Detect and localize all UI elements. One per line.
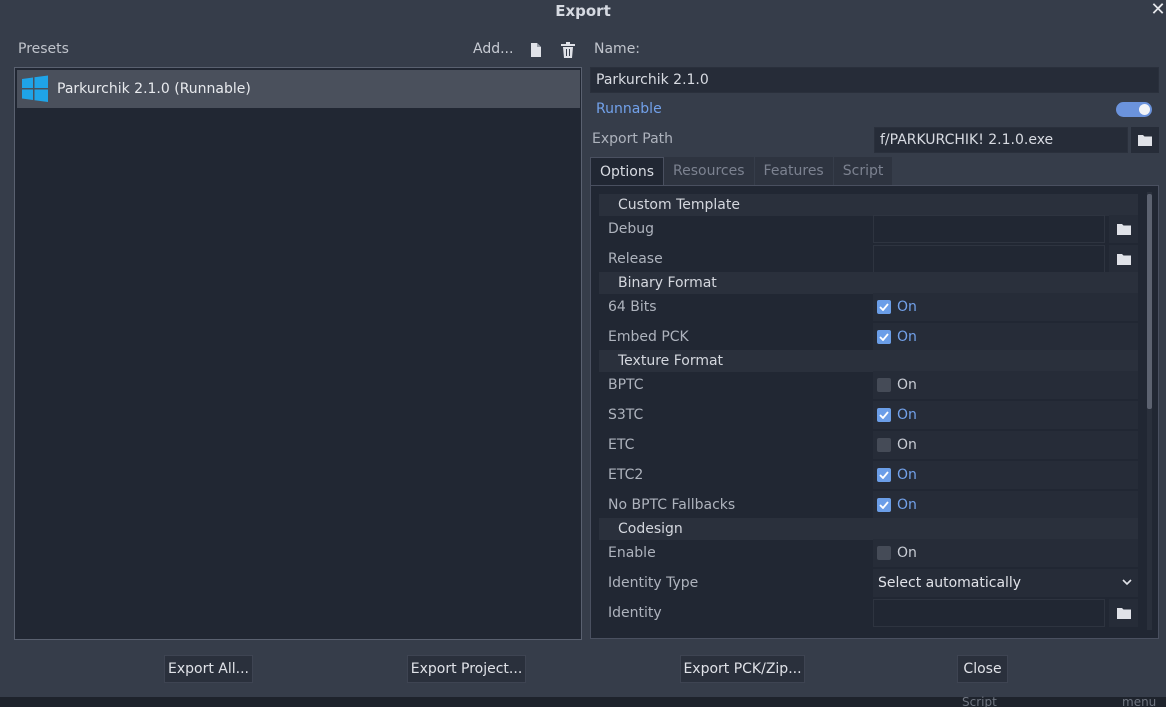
prop-label: 64 Bits — [608, 299, 657, 315]
identity-browse-button[interactable] — [1109, 599, 1138, 627]
checkbox-checked-icon — [877, 330, 891, 344]
runnable-toggle[interactable] — [1116, 102, 1152, 117]
checkbox-checked-icon — [877, 498, 891, 512]
debug-browse-button[interactable] — [1109, 215, 1138, 243]
prop-row-etc2: ETC2 On — [599, 461, 1138, 489]
prop-label: Enable — [608, 545, 656, 561]
checkbox-state-label: On — [897, 497, 917, 513]
prop-label: ETC2 — [608, 467, 644, 483]
debug-template-input[interactable] — [873, 215, 1105, 243]
name-label: Name: — [594, 41, 641, 57]
prop-row-embed-pck: Embed PCK On — [599, 323, 1138, 351]
checkbox-unchecked-icon — [877, 438, 891, 452]
tab-features[interactable]: Features — [754, 157, 834, 185]
prop-label: Identity — [608, 605, 662, 621]
background-menu-label: menu — [1122, 695, 1157, 707]
prop-row-etc: ETC On — [599, 431, 1138, 459]
prop-row-64-bits: 64 Bits On — [599, 293, 1138, 321]
close-button[interactable]: Close — [957, 655, 1008, 683]
windows-logo-icon — [22, 75, 48, 102]
folder-icon — [1116, 254, 1131, 265]
prop-row-debug: Debug — [599, 215, 1138, 243]
checkbox-embed-pck[interactable]: On — [873, 323, 1138, 351]
prop-row-identity-type: Identity Type Select automatically — [599, 569, 1138, 597]
tab-resources[interactable]: Resources — [664, 157, 755, 185]
export-project-button[interactable]: Export Project... — [407, 655, 526, 683]
checkbox-s3tc[interactable]: On — [873, 401, 1138, 429]
export-path-label: Export Path — [592, 131, 674, 147]
prop-row-bptc: BPTC On — [599, 371, 1138, 399]
prop-label: Embed PCK — [608, 329, 689, 345]
checkbox-state-label: On — [897, 329, 917, 345]
folder-icon — [1116, 224, 1131, 235]
release-browse-button[interactable] — [1109, 245, 1138, 273]
export-pck-zip-button[interactable]: Export PCK/Zip... — [680, 655, 805, 683]
presets-list[interactable]: Parkurchik 2.1.0 (Runnable) — [14, 67, 582, 640]
options-panel[interactable]: Custom Template Debug Release Binary For… — [590, 185, 1159, 639]
dialog-title: Export — [555, 2, 611, 20]
select-value: Select automatically — [878, 575, 1022, 591]
tab-options[interactable]: Options — [590, 157, 665, 185]
checkbox-codesign-enable[interactable]: On — [873, 539, 1138, 567]
checkbox-unchecked-icon — [877, 546, 891, 560]
checkbox-state-label: On — [897, 407, 917, 423]
checkbox-no-bptc-fallbacks[interactable]: On — [873, 491, 1138, 519]
preset-item-label: Parkurchik 2.1.0 (Runnable) — [57, 81, 251, 97]
checkbox-state-label: On — [897, 467, 917, 483]
prop-label: No BPTC Fallbacks — [608, 497, 736, 513]
runnable-label: Runnable — [596, 101, 662, 117]
folder-icon — [1138, 135, 1152, 146]
release-template-input[interactable] — [873, 245, 1105, 273]
checkbox-checked-icon — [877, 408, 891, 422]
delete-preset-icon[interactable] — [559, 41, 577, 59]
checkbox-state-label: On — [897, 377, 917, 393]
checkbox-checked-icon — [877, 300, 891, 314]
close-icon[interactable]: ✕ — [1150, 0, 1166, 22]
browse-path-button[interactable] — [1131, 127, 1159, 153]
section-custom-template[interactable]: Custom Template — [599, 194, 1138, 216]
background-editor-strip: Script menu — [0, 695, 1166, 707]
checkbox-state-label: On — [897, 545, 917, 561]
prop-label: Identity Type — [608, 575, 699, 591]
identity-input[interactable] — [873, 599, 1105, 627]
prop-row-s3tc: S3TC On — [599, 401, 1138, 429]
prop-label: ETC — [608, 437, 635, 453]
tab-script[interactable]: Script — [833, 157, 894, 185]
background-script-label: Script — [962, 695, 997, 707]
checkbox-state-label: On — [897, 299, 917, 315]
prop-label: Release — [608, 251, 663, 267]
checkbox-unchecked-icon — [877, 378, 891, 392]
prop-row-identity: Identity — [599, 599, 1138, 627]
prop-row-release: Release — [599, 245, 1138, 273]
checkbox-etc[interactable]: On — [873, 431, 1138, 459]
prop-row-enable: Enable On — [599, 539, 1138, 567]
section-binary-format[interactable]: Binary Format — [599, 272, 1138, 294]
chevron-down-icon — [1122, 579, 1132, 586]
export-all-button[interactable]: Export All... — [164, 655, 253, 683]
prop-label: BPTC — [608, 377, 644, 393]
options-scrollbar-thumb[interactable] — [1147, 194, 1152, 409]
duplicate-preset-icon[interactable] — [527, 41, 545, 59]
name-input[interactable]: Parkurchik 2.1.0 — [590, 67, 1159, 93]
checkbox-bptc[interactable]: On — [873, 371, 1138, 399]
preset-item[interactable]: Parkurchik 2.1.0 (Runnable) — [17, 70, 580, 108]
export-path-input[interactable]: f/PARKURCHIK! 2.1.0.exe — [874, 127, 1128, 153]
checkbox-checked-icon — [877, 468, 891, 482]
prop-label: Debug — [608, 221, 655, 237]
prop-label: S3TC — [608, 407, 644, 423]
checkbox-etc2[interactable]: On — [873, 461, 1138, 489]
prop-row-no-bptc-fallbacks: No BPTC Fallbacks On — [599, 491, 1138, 519]
section-codesign[interactable]: Codesign — [599, 518, 1138, 540]
checkbox-64-bits[interactable]: On — [873, 293, 1138, 321]
folder-icon — [1116, 608, 1131, 619]
section-texture-format[interactable]: Texture Format — [599, 350, 1138, 372]
checkbox-state-label: On — [897, 437, 917, 453]
add-preset-button[interactable]: Add... — [473, 41, 513, 57]
presets-label: Presets — [18, 41, 69, 57]
identity-type-select[interactable]: Select automatically — [873, 569, 1138, 597]
